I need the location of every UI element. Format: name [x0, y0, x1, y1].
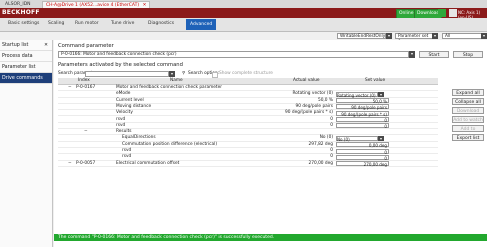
settings-icon[interactable] [449, 9, 457, 17]
scaling-button[interactable]: Scaling [48, 21, 64, 26]
diagnostics-button[interactable]: Diagnostics [148, 21, 174, 26]
activated-parameters-title: Parameters activated by the selected com… [58, 62, 183, 68]
set-value-input[interactable]: 0 [336, 123, 389, 129]
all-filter-select[interactable]: All [442, 33, 482, 39]
row-name: Moving distance [116, 103, 152, 109]
download-button[interactable]: Download [452, 107, 484, 114]
row-actual-value: 90 deg/(pole pairs * s) [285, 110, 333, 116]
status-bar: The command "P-0-0166: Motor and feedbac… [54, 234, 487, 241]
set-value-input[interactable]: 0,00 deg [336, 142, 389, 148]
row-actual-value: 50,0 % [317, 97, 333, 103]
set-value-input[interactable]: 90 deg/pole pairs [336, 104, 389, 110]
writable-filter-select[interactable]: WritableEndRestOnly [337, 33, 386, 39]
tab-alsor-idn[interactable]: ALSOR_IDN [2, 1, 34, 8]
command-parameter-select[interactable]: P-0-0166: Motor and feedback connection … [58, 51, 409, 58]
row-name: Motor and feedback connection check para… [116, 85, 223, 90]
command-parameter-title: Command parameter [58, 43, 114, 49]
row-actual-value: 0 [330, 148, 333, 153]
set-value-input[interactable]: 0 [336, 148, 389, 155]
stop-button[interactable]: Stop [453, 51, 483, 58]
brand-bar: BECKHOFF Online Download NC: Axis 1) (en… [0, 8, 487, 20]
tune-drive-button[interactable]: Tune drive [111, 21, 134, 26]
show-structure-label: Show complete structure [219, 71, 273, 76]
col-set: Set value [365, 78, 386, 83]
table-row[interactable]: − P-0-0057 Electrical commutation offset 27… [58, 161, 438, 167]
sidebar-item-process-data[interactable]: Process data [0, 51, 52, 62]
basic-settings-button[interactable]: Basic settings [8, 21, 39, 26]
row-name: Current level [116, 97, 144, 103]
chevron-down-icon[interactable]: ▾ [432, 33, 438, 39]
chevron-down-icon[interactable]: ▾ [378, 135, 384, 141]
row-actual-value: 0 [330, 122, 333, 128]
search-input[interactable] [85, 71, 169, 77]
row-name: Electrical commutation offset [116, 160, 180, 166]
row-name: rsvd [116, 122, 126, 128]
add-to-watch-button[interactable]: Add to watch [452, 116, 484, 123]
advanced-button[interactable]: Advanced [186, 19, 217, 30]
row-actual-value: Rotating vector (0) [292, 91, 333, 97]
row-name: Commutation position difference (electri… [122, 141, 217, 147]
row-actual-value: 0 [330, 154, 333, 160]
row-name: rsvd [122, 154, 132, 160]
collapse-all-button[interactable]: Collapse all [452, 98, 484, 105]
tree-toggle-icon[interactable]: − [68, 161, 72, 167]
set-value-input[interactable]: 50,0 % [336, 98, 389, 104]
parameter-set-select[interactable]: Parameter set 0 [395, 33, 433, 45]
tree-toggle-icon[interactable]: − [68, 85, 72, 91]
row-name: eMode [116, 91, 131, 97]
start-button[interactable]: Start [419, 51, 449, 58]
chevron-down-icon[interactable]: ▾ [378, 91, 384, 97]
set-value-select[interactable]: Rotating vector (0) [336, 91, 378, 98]
row-actual-value: 270,00 deg [308, 160, 334, 166]
row-name: rsvd [116, 116, 126, 122]
row-actual-value: No (0) [319, 135, 333, 141]
sidebar: Startup list ✕ Process data Parameter li… [0, 40, 53, 247]
chevron-down-icon[interactable]: ▾ [409, 51, 415, 58]
row-actual-value: 90 deg/pole pairs [295, 103, 334, 109]
upload-icon[interactable] [438, 9, 446, 17]
row-actual-value: 297,82 deg [308, 141, 334, 147]
row-index: P-0-0057 [76, 160, 96, 166]
set-value-input[interactable]: 270,00 deg [336, 161, 389, 167]
set-value-select[interactable]: No (0) [336, 135, 378, 142]
set-value-input[interactable]: 0 [336, 117, 389, 123]
sidebar-item-parameter-list[interactable]: Parameter list [0, 62, 52, 73]
sidebar-item-startup-list[interactable]: Startup list ✕ [0, 40, 52, 51]
search-icon[interactable]: ⚲ [182, 71, 185, 77]
col-name: Name [170, 78, 183, 83]
sidebar-item-label: Startup list [2, 43, 29, 48]
set-value-input[interactable]: 0 [336, 154, 389, 161]
set-value-input[interactable]: 90 deg/(pole pairs * s) [336, 110, 389, 117]
export-list-button[interactable]: Export list [452, 134, 484, 141]
row-actual-value: 0 [330, 116, 333, 122]
chevron-down-icon[interactable]: ▾ [169, 71, 175, 77]
main-toolbar: Basic settings Scaling Run motor Tune dr… [0, 18, 487, 32]
row-name: Velocity [116, 110, 133, 116]
document-tab-bar: ALSOR_IDN CH-A@Drive 1 (AX52...avice 4 (… [0, 0, 487, 9]
col-index: Index [78, 78, 90, 83]
table-header: Index Name Actual value Set value [58, 78, 438, 85]
add-to-startup-button[interactable]: Add to startup [452, 125, 484, 139]
chevron-down-icon[interactable]: ▾ [481, 33, 487, 39]
row-index: P-0-0167 [76, 85, 96, 90]
chevron-down-icon[interactable]: ▾ [386, 33, 392, 39]
expand-all-button[interactable]: Expand all [452, 89, 484, 96]
col-actual: Actual value [293, 78, 320, 83]
tree-toggle-icon[interactable]: − [84, 129, 88, 135]
row-name: EqualDirections [122, 135, 156, 141]
run-motor-button[interactable]: Run motor [75, 21, 99, 26]
sidebar-item-drive-commands[interactable]: Drive commands [0, 73, 52, 84]
brand-logo: BECKHOFF [2, 9, 40, 16]
close-icon[interactable]: ✕ [44, 40, 48, 51]
